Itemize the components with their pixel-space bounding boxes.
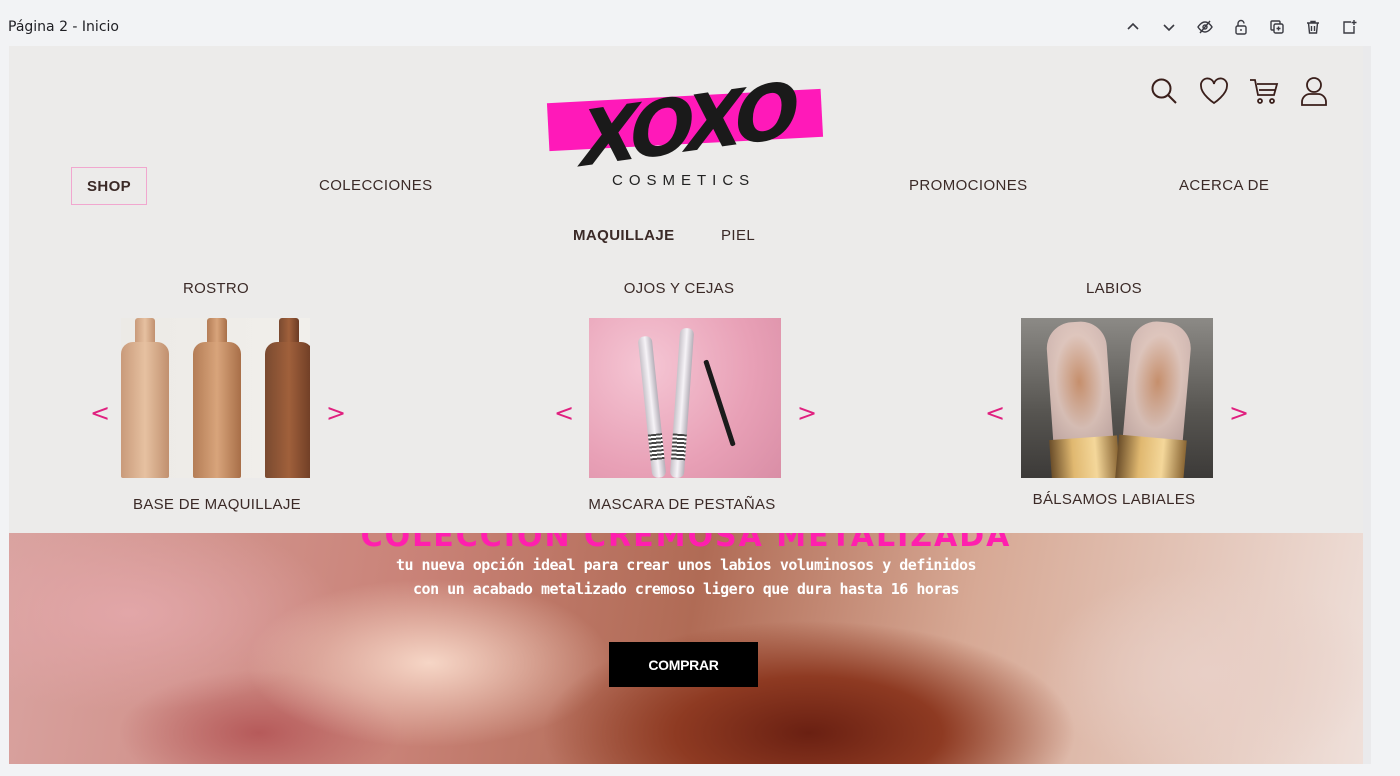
canvas-edge (1363, 46, 1371, 764)
category-title-eyes: OJOS Y CEJAS (623, 280, 735, 297)
nav-shop[interactable]: SHOP (71, 167, 147, 205)
lip-balm-image[interactable] (1021, 318, 1213, 478)
lock-icon[interactable] (1230, 16, 1252, 38)
category-item-lip-balm[interactable]: BÁLSAMOS LABIALES (1004, 491, 1224, 508)
subtab-makeup[interactable]: MAQUILLAJE (573, 227, 675, 244)
heart-icon[interactable] (1199, 76, 1229, 106)
nav-promotions[interactable]: PROMOCIONES (909, 177, 1028, 194)
duplicate-icon[interactable] (1266, 16, 1288, 38)
hero-line-1: tu nueva opción ideal para crear unos la… (395, 556, 977, 574)
add-page-icon[interactable] (1338, 16, 1360, 38)
hero-title: COLECCIÓN CREMOSA METALIZADA (360, 533, 1012, 554)
mascara-image[interactable] (589, 318, 781, 478)
page-label: Página 2 - Inicio (8, 19, 119, 35)
hero-banner: COLECCIÓN CREMOSA METALIZADA tu nueva op… (9, 533, 1363, 764)
logo-subtitle: COSMETICS (612, 172, 756, 189)
trash-icon[interactable] (1302, 16, 1324, 38)
nav-collections[interactable]: COLECCIONES (319, 177, 433, 194)
search-icon[interactable] (1149, 76, 1179, 106)
carousel-prev-eyes[interactable]: < (552, 398, 576, 428)
editor-toolbar: Página 2 - Inicio (0, 0, 1400, 46)
brand-logo[interactable]: XOXO COSMETICS (546, 64, 826, 196)
chevron-down-icon[interactable] (1158, 16, 1180, 38)
carousel-next-eyes[interactable]: > (795, 398, 819, 428)
user-icon[interactable] (1299, 76, 1329, 106)
logo-word: XOXO (581, 64, 794, 185)
hero-line-2: con un acabado metalizado cremoso ligero… (413, 580, 959, 598)
subtab-skin[interactable]: PIEL (721, 227, 755, 244)
header-icons (1149, 76, 1329, 106)
foundation-image[interactable] (121, 318, 310, 478)
eye-hide-icon[interactable] (1194, 16, 1216, 38)
mega-menu: XOXO COSMETICS SHOP COLECCIONES PROMOCIO… (9, 46, 1363, 533)
buy-button[interactable]: COMPRAR (609, 642, 758, 687)
carousel-next-face[interactable]: > (324, 398, 348, 428)
category-item-mascara[interactable]: MASCARA DE PESTAÑAS (572, 496, 792, 513)
category-item-foundation[interactable]: BASE DE MAQUILLAJE (107, 496, 327, 513)
chevron-up-icon[interactable] (1122, 16, 1144, 38)
design-canvas[interactable]: COLECCIÓN CREMOSA METALIZADA tu nueva op… (9, 46, 1363, 764)
carousel-prev-lips[interactable]: < (983, 398, 1007, 428)
nav-about[interactable]: ACERCA DE (1179, 177, 1269, 194)
category-title-lips: LABIOS (1086, 280, 1142, 297)
carousel-next-lips[interactable]: > (1227, 398, 1251, 428)
cart-icon[interactable] (1249, 76, 1279, 106)
category-title-face: ROSTRO (183, 280, 249, 297)
carousel-prev-face[interactable]: < (88, 398, 112, 428)
